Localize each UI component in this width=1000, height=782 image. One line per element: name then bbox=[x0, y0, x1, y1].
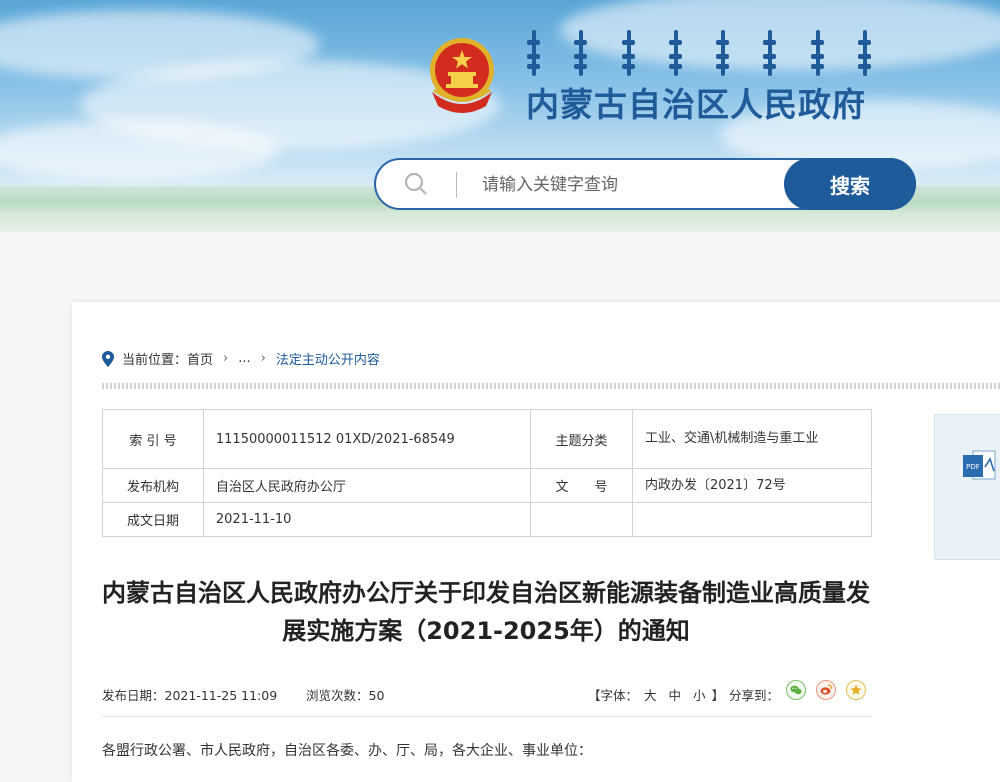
document-info-bar: 发布日期：2021-11-25 11:09 浏览次数：50 【字体： 大中小】 分… bbox=[102, 680, 872, 705]
index-number-value: 11150000011512 01XD/2021-68549 bbox=[202, 409, 532, 469]
topic-category-value: 工业、交通\机械制造与重工业 bbox=[631, 409, 873, 469]
weibo-icon bbox=[820, 684, 833, 695]
breadcrumb-home-link[interactable]: 首页 bbox=[187, 349, 213, 368]
font-large-button[interactable]: 大 bbox=[644, 688, 657, 703]
topic-category-label: 主题分类 bbox=[530, 409, 633, 469]
font-size-label-close: 】 bbox=[711, 688, 725, 703]
search-input[interactable] bbox=[480, 168, 784, 202]
document-salutation: 各盟行政公署、市人民政府，自治区各委、办、厅、局，各大企业、事业单位： bbox=[102, 743, 592, 759]
index-number-label: 索 引 号 bbox=[102, 409, 204, 469]
breadcrumb-ellipsis-link[interactable]: ... bbox=[238, 351, 250, 366]
cloud bbox=[0, 120, 280, 180]
written-date-value: 2021-11-10 bbox=[202, 502, 532, 537]
breadcrumb-separator: › bbox=[223, 351, 229, 366]
share-label: 分享到： bbox=[729, 688, 780, 703]
weibo-share-button[interactable] bbox=[816, 680, 836, 700]
favorite-share-button[interactable] bbox=[846, 680, 866, 700]
search-icon bbox=[404, 172, 427, 195]
publisher-label: 发布机构 bbox=[102, 468, 204, 503]
breadcrumb: 当前位置： 首页 › ... › 法定主动公开内容 bbox=[102, 349, 380, 368]
mongolian-script-title-icon bbox=[527, 30, 872, 78]
breadcrumb-current-link[interactable]: 法定主动公开内容 bbox=[276, 349, 380, 368]
national-emblem-icon bbox=[430, 38, 494, 113]
written-date-label: 成文日期 bbox=[102, 502, 204, 537]
star-icon bbox=[850, 684, 862, 695]
svg-text:PDF: PDF bbox=[966, 463, 980, 471]
wechat-share-button[interactable] bbox=[786, 680, 806, 700]
publish-date: 发布日期：2021-11-25 11:09 bbox=[102, 688, 278, 703]
pdf-download-icon[interactable]: PDF bbox=[963, 449, 999, 483]
dotted-divider bbox=[102, 383, 1000, 389]
site-title: 内蒙古自治区人民政府 bbox=[526, 85, 866, 124]
document-number-label: 文 号 bbox=[530, 468, 633, 503]
publisher-value: 自治区人民政府办公厅 bbox=[202, 468, 532, 503]
font-size-label: 【字体： bbox=[588, 688, 639, 703]
breadcrumb-separator: › bbox=[260, 351, 266, 366]
content-card bbox=[72, 302, 1000, 782]
search-button[interactable]: 搜索 bbox=[784, 158, 916, 210]
font-medium-button[interactable]: 中 bbox=[669, 688, 682, 703]
search-bar: 搜索 bbox=[374, 158, 916, 210]
font-small-button[interactable]: 小 bbox=[693, 688, 706, 703]
table-row: 索 引 号 11150000011512 01XD/2021-68549 主题分… bbox=[102, 409, 873, 469]
document-title: 内蒙古自治区人民政府办公厅关于印发自治区新能源装备制造业高质量发展实施方案（20… bbox=[102, 579, 870, 645]
search-divider bbox=[456, 172, 457, 198]
table-row: 发布机构 自治区人民政府办公厅 文 号 内政办发〔2021〕72号 bbox=[102, 468, 873, 503]
divider-line bbox=[102, 716, 872, 717]
location-pin-icon bbox=[102, 350, 114, 367]
breadcrumb-label: 当前位置： bbox=[122, 353, 188, 368]
wechat-icon bbox=[790, 685, 802, 695]
empty-cell bbox=[530, 502, 633, 537]
table-row: 成文日期 2021-11-10 bbox=[102, 502, 873, 537]
empty-cell bbox=[631, 502, 873, 537]
document-number-value: 内政办发〔2021〕72号 bbox=[631, 468, 873, 503]
view-count: 浏览次数：50 bbox=[306, 688, 385, 703]
font-size-control: 【字体： 大中小】 bbox=[588, 685, 724, 704]
document-metadata-table: 索 引 号 11150000011512 01XD/2021-68549 主题分… bbox=[102, 409, 873, 537]
download-side-panel: PDF bbox=[934, 414, 1000, 560]
